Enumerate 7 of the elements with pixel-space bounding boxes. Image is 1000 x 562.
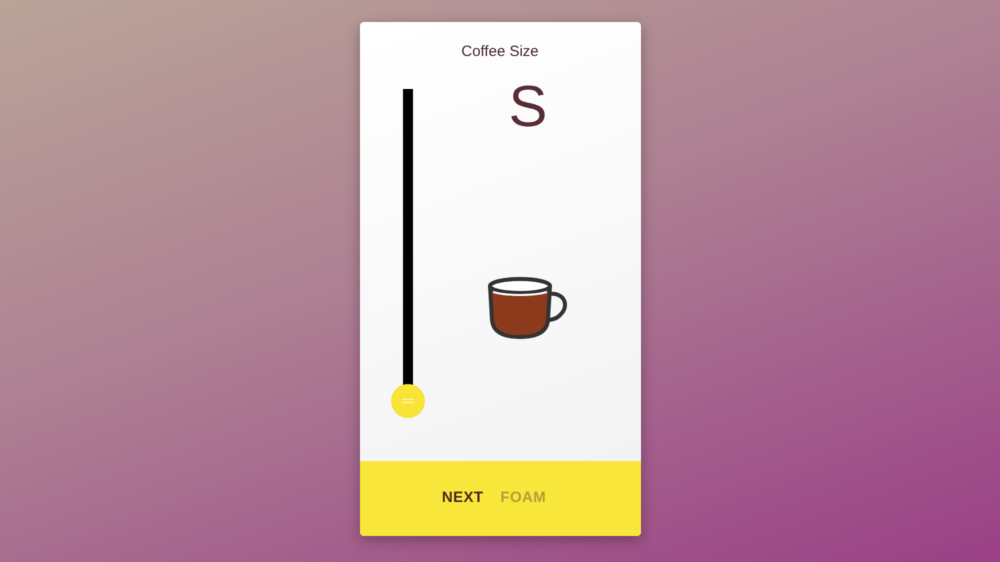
next-button[interactable]: NEXT [442, 487, 484, 510]
slider-thumb[interactable] [390, 384, 424, 418]
card-title: Coffee Size [461, 42, 539, 62]
next-step-label: FOAM [500, 488, 546, 508]
size-letter: S [508, 78, 548, 136]
coffee-cup-icon [487, 276, 569, 340]
grip-icon [402, 398, 414, 402]
